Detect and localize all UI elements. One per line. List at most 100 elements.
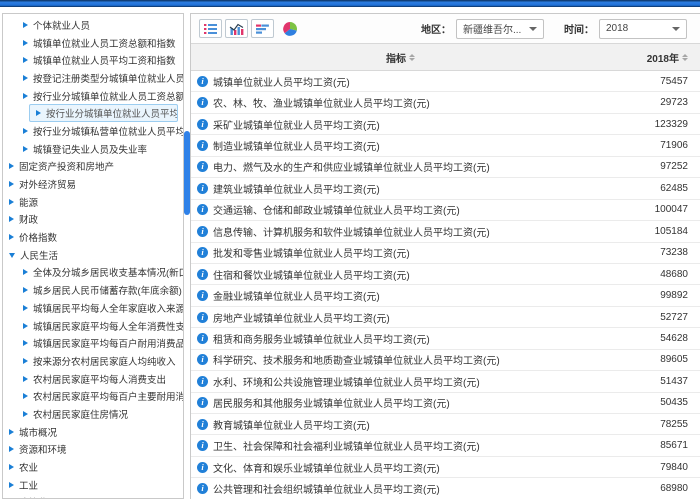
info-icon[interactable]: i — [197, 161, 208, 172]
sidebar-item[interactable]: 财政 — [3, 211, 183, 229]
info-icon[interactable]: i — [197, 269, 208, 280]
sidebar-item[interactable]: 城镇单位就业人员平均工资和指数 — [3, 51, 183, 69]
tree-arrow-icon[interactable] — [23, 305, 28, 311]
tree-arrow-icon[interactable] — [23, 393, 28, 399]
tree-arrow-icon[interactable] — [23, 287, 28, 293]
table-row[interactable]: i 城镇单位就业人员平均工资(元) 75457 — [191, 71, 700, 92]
info-icon[interactable]: i — [197, 204, 208, 215]
tree-arrow-icon[interactable] — [23, 57, 28, 63]
table-row[interactable]: i 批发和零售业城镇单位就业人员平均工资(元) 73238 — [191, 243, 700, 264]
sidebar-item[interactable]: 城镇登记失业人员及失业率 — [3, 140, 183, 158]
tree-arrow-icon[interactable] — [9, 482, 14, 488]
sidebar-item[interactable]: 能源 — [3, 193, 183, 211]
sidebar-item[interactable]: 按行业分城镇单位就业人员平均工资 — [29, 104, 178, 122]
tree-arrow-icon[interactable] — [9, 446, 14, 452]
tree-arrow-icon[interactable] — [9, 216, 14, 222]
table-row[interactable]: i 交通运输、仓储和邮政业城镇单位就业人员平均工资(元) 100047 — [191, 200, 700, 221]
table-row[interactable]: i 居民服务和其他服务业城镇单位就业人员平均工资(元) 50435 — [191, 393, 700, 414]
time-select[interactable]: 2018 — [599, 19, 687, 39]
table-row[interactable]: i 科学研究、技术服务和地质勘查业城镇单位就业人员平均工资(元) 89605 — [191, 350, 700, 371]
tree-arrow-icon[interactable] — [9, 464, 14, 470]
table-row[interactable]: i 制造业城镇单位就业人员平均工资(元) 71906 — [191, 135, 700, 156]
info-icon[interactable]: i — [197, 354, 208, 365]
sidebar-item[interactable]: 价格指数 — [3, 228, 183, 246]
info-icon[interactable]: i — [197, 140, 208, 151]
tree-arrow-icon[interactable] — [23, 75, 28, 81]
sidebar-item[interactable]: 按行业分城镇单位就业人员工资总额 — [3, 87, 183, 105]
info-icon[interactable]: i — [197, 440, 208, 451]
sidebar-item[interactable]: 农村居民家庭住房情况 — [3, 405, 183, 423]
table-row[interactable]: i 采矿业城镇单位就业人员平均工资(元) 123329 — [191, 114, 700, 135]
info-icon[interactable]: i — [197, 376, 208, 387]
tree-arrow-icon[interactable] — [36, 110, 41, 116]
sidebar-item[interactable]: 城市概况 — [3, 423, 183, 441]
tree-arrow-icon[interactable] — [23, 376, 28, 382]
tree-arrow-icon[interactable] — [23, 22, 28, 28]
sidebar-item[interactable]: 工业 — [3, 476, 183, 494]
sidebar-item[interactable]: 农村居民家庭平均每百户主要耐用消费品 — [3, 387, 183, 405]
tree-arrow-icon[interactable] — [23, 93, 28, 99]
tree-arrow-icon[interactable] — [23, 323, 28, 329]
info-icon[interactable]: i — [197, 247, 208, 258]
tree-arrow-icon[interactable] — [9, 253, 15, 258]
list-view-button[interactable] — [199, 19, 222, 38]
table-row[interactable]: i 租赁和商务服务业城镇单位就业人员平均工资(元) 54628 — [191, 328, 700, 349]
sidebar-item[interactable]: 按行业分城镇私营单位就业人员平均工资 — [3, 122, 183, 140]
tree-arrow-icon[interactable] — [23, 128, 28, 134]
info-icon[interactable]: i — [197, 397, 208, 408]
sort-icon[interactable] — [409, 54, 415, 61]
sidebar-item[interactable]: 固定资产投资和房地产 — [3, 158, 183, 176]
table-row[interactable]: i 水利、环境和公共设施管理业城镇单位就业人员平均工资(元) 51437 — [191, 371, 700, 392]
info-icon[interactable]: i — [197, 76, 208, 87]
sidebar-item[interactable]: 全体及分城乡居民收支基本情况(新口径) — [3, 264, 183, 282]
table-row[interactable]: i 公共管理和社会组织城镇单位就业人员平均工资(元) 68980 — [191, 478, 700, 499]
tree-arrow-icon[interactable] — [23, 340, 28, 346]
tree-arrow-icon[interactable] — [9, 181, 14, 187]
sidebar-item[interactable]: 城镇居民平均每人全年家庭收入来源 — [3, 299, 183, 317]
column-chart-button[interactable] — [225, 19, 248, 38]
table-row[interactable]: i 教育城镇单位就业人员平均工资(元) 78255 — [191, 414, 700, 435]
value-column-header[interactable]: 2018年 — [610, 44, 700, 70]
info-icon[interactable]: i — [197, 419, 208, 430]
table-row[interactable]: i 房地产业城镇单位就业人员平均工资(元) 52727 — [191, 307, 700, 328]
sidebar-item[interactable]: 农村居民家庭平均每人消费支出 — [3, 370, 183, 388]
sidebar-item[interactable]: 城镇单位就业人员工资总额和指数 — [3, 34, 183, 52]
region-select[interactable]: 新疆维吾尔... — [456, 19, 544, 39]
table-row[interactable]: i 文化、体育和娱乐业城镇单位就业人员平均工资(元) 79840 — [191, 457, 700, 478]
tree-arrow-icon[interactable] — [23, 269, 28, 275]
tree-arrow-icon[interactable] — [9, 163, 14, 169]
table-row[interactable]: i 信息传输、计算机服务和软件业城镇单位就业人员平均工资(元) 105184 — [191, 221, 700, 242]
sidebar-item[interactable]: 按来源分农村居民家庭人均纯收入 — [3, 352, 183, 370]
tree-arrow-icon[interactable] — [23, 358, 28, 364]
tree-arrow-icon[interactable] — [9, 429, 14, 435]
info-icon[interactable]: i — [197, 226, 208, 237]
info-icon[interactable]: i — [197, 290, 208, 301]
sidebar-item[interactable]: 城乡居民人民币储蓄存款(年底余额) — [3, 281, 183, 299]
sidebar-item[interactable]: 资源和环境 — [3, 441, 183, 459]
table-row[interactable]: i 金融业城镇单位就业人员平均工资(元) 99892 — [191, 285, 700, 306]
table-row[interactable]: i 农、林、牧、渔业城镇单位就业人员平均工资(元) 29723 — [191, 92, 700, 113]
indicator-column-header[interactable]: 指标 — [191, 44, 610, 70]
pie-chart-button[interactable] — [280, 19, 300, 38]
table-row[interactable]: i 建筑业城镇单位就业人员平均工资(元) 62485 — [191, 178, 700, 199]
info-icon[interactable]: i — [197, 312, 208, 323]
sidebar-item[interactable]: 按登记注册类型分城镇单位就业人员平均 — [3, 69, 183, 87]
sidebar-item[interactable]: 人民生活 — [3, 246, 183, 264]
bar-chart-button[interactable] — [251, 19, 274, 38]
tree-arrow-icon[interactable] — [23, 40, 28, 46]
sort-icon[interactable] — [682, 54, 688, 61]
sidebar-item[interactable]: 城镇居民家庭平均每百户耐用消费品拥有 — [3, 334, 183, 352]
sidebar-item[interactable]: 农业 — [3, 458, 183, 476]
info-icon[interactable]: i — [197, 462, 208, 473]
table-row[interactable]: i 住宿和餐饮业城镇单位就业人员平均工资(元) 48680 — [191, 264, 700, 285]
tree-arrow-icon[interactable] — [9, 234, 14, 240]
tree-arrow-icon[interactable] — [23, 146, 28, 152]
info-icon[interactable]: i — [197, 333, 208, 344]
sidebar-item[interactable]: 个体就业人员 — [3, 16, 183, 34]
sidebar-item[interactable]: 建筑业 — [3, 494, 183, 499]
info-icon[interactable]: i — [197, 119, 208, 130]
tree-arrow-icon[interactable] — [23, 411, 28, 417]
table-row[interactable]: i 卫生、社会保障和社会福利业城镇单位就业人员平均工资(元) 85671 — [191, 435, 700, 456]
tree-arrow-icon[interactable] — [9, 199, 14, 205]
info-icon[interactable]: i — [197, 97, 208, 108]
